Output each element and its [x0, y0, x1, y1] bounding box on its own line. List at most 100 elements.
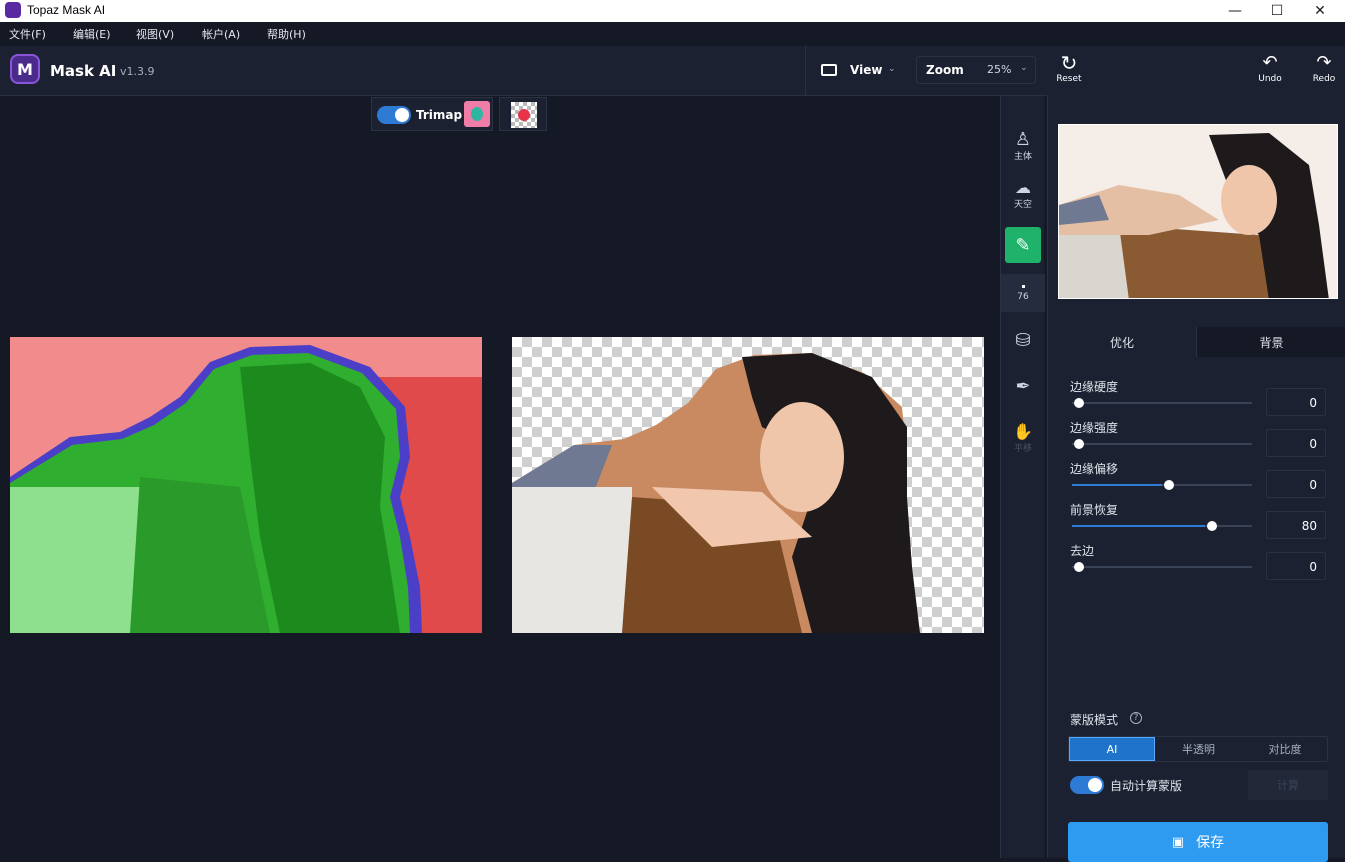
- mask-mode-selector: AI 半透明 对比度: [1068, 736, 1328, 762]
- view-icon: [821, 64, 837, 76]
- overlay-toggle-button[interactable]: [499, 97, 547, 131]
- slider-track[interactable]: [1072, 521, 1252, 531]
- app-icon: [5, 2, 21, 18]
- slider-label: 前景恢复: [1070, 503, 1119, 517]
- slider-handle[interactable]: [1164, 480, 1174, 490]
- chevron-down-icon: ⌄: [888, 64, 896, 74]
- trimap-color-button[interactable]: [464, 101, 490, 127]
- brush-size-value: 76: [1017, 291, 1029, 302]
- trimap-label: Trimap: [416, 108, 463, 122]
- preview-graphic: [1059, 125, 1337, 298]
- mask-overlay-image[interactable]: [10, 337, 482, 633]
- app-logo: M: [10, 54, 40, 84]
- eyedropper-tool[interactable]: ✒: [1001, 364, 1045, 408]
- calculate-button[interactable]: 计算: [1248, 770, 1328, 800]
- window-title: Topaz Mask AI: [27, 3, 106, 17]
- tab-background[interactable]: 背景: [1197, 327, 1345, 357]
- trimap-swatch-icon: [471, 107, 483, 121]
- brush-size-control[interactable]: 76: [1001, 274, 1045, 312]
- cutout-preview-image[interactable]: [512, 337, 984, 633]
- settings-panel: 优化 背景 蒙版模式 ? AI 半透明 对比度 自动计算蒙版 计算 ▣ 保存 边…: [1047, 96, 1345, 862]
- zoom-label: Zoom: [926, 63, 964, 77]
- menu-account[interactable]: 帐户(A): [202, 26, 240, 42]
- slider-track[interactable]: [1072, 562, 1252, 572]
- sky-label: 天空: [1013, 199, 1032, 210]
- trimap-toggle[interactable]: [377, 106, 411, 124]
- zoom-control[interactable]: Zoom 25% ⌄: [916, 56, 1036, 84]
- fill-tool[interactable]: ⛁: [1001, 318, 1045, 362]
- app-version: v1.3.9: [120, 65, 155, 78]
- slider-value-field[interactable]: 0: [1266, 552, 1326, 580]
- save-button[interactable]: ▣ 保存: [1068, 822, 1328, 862]
- slider-track[interactable]: [1072, 480, 1252, 490]
- zoom-value: 25%: [987, 63, 1012, 76]
- cutout-graphic: [512, 353, 920, 633]
- mask-mode-translucent[interactable]: 半透明: [1155, 737, 1242, 761]
- menu-edit[interactable]: 编辑(E): [73, 26, 111, 42]
- subject-tool[interactable]: ♙ 主体: [1001, 124, 1045, 168]
- pan-tool[interactable]: ✋ 平移: [1001, 416, 1045, 460]
- tab-refine[interactable]: 优化: [1048, 327, 1197, 357]
- reset-label: Reset: [1056, 74, 1082, 84]
- brush-plus-icon: ✎: [1015, 234, 1031, 256]
- slider-fill: [1072, 484, 1162, 486]
- chevron-down-icon: ⌄: [1020, 63, 1028, 73]
- slider-track[interactable]: [1072, 439, 1252, 449]
- slider-handle[interactable]: [1207, 521, 1218, 531]
- slider-value-field[interactable]: 80: [1266, 511, 1326, 539]
- undo-icon: ↶: [1262, 52, 1278, 73]
- slider-label: 去边: [1070, 544, 1095, 558]
- slider-handle[interactable]: [1074, 562, 1084, 572]
- reset-icon: ↻: [1060, 51, 1078, 75]
- mask-mode-contrast[interactable]: 对比度: [1242, 737, 1328, 761]
- slider-fill: [1072, 525, 1206, 527]
- slider-handle[interactable]: [1074, 398, 1084, 408]
- slider-handle[interactable]: [1074, 439, 1084, 449]
- minimize-button[interactable]: —: [1215, 0, 1255, 22]
- menu-help[interactable]: 帮助(H): [267, 26, 306, 42]
- help-icon[interactable]: ?: [1130, 712, 1142, 724]
- mask-mode-label: 蒙版模式: [1070, 713, 1119, 727]
- save-label: 保存: [1196, 835, 1225, 851]
- slider-value-field[interactable]: 0: [1266, 388, 1326, 416]
- redo-button[interactable]: ↷ Redo: [1304, 52, 1344, 84]
- subject-label: 主体: [1013, 151, 1032, 162]
- panel-tabs: 优化 背景: [1048, 327, 1345, 357]
- view-label: View: [850, 63, 883, 77]
- brush-dot-icon: [1021, 284, 1025, 288]
- undo-label: Undo: [1258, 74, 1282, 84]
- slider-value-field[interactable]: 0: [1266, 429, 1326, 457]
- title-bar: Topaz Mask AI — ☐ ✕: [0, 0, 1345, 22]
- reset-button[interactable]: ↻ Reset: [1049, 52, 1089, 84]
- maximize-button[interactable]: ☐: [1257, 0, 1297, 22]
- save-icon: ▣: [1171, 834, 1185, 850]
- keep-brush-tool[interactable]: ✎: [1005, 227, 1041, 263]
- slider-label: 边缘强度: [1070, 421, 1119, 435]
- auto-calc-toggle[interactable]: [1070, 776, 1104, 794]
- menu-view[interactable]: 视图(V): [136, 26, 174, 42]
- person-icon: ♙: [1014, 128, 1032, 150]
- slider-value-field[interactable]: 0: [1266, 470, 1326, 498]
- hand-icon: ✋: [1013, 422, 1033, 441]
- app-header: M Mask AI v1.3.9 View ⌄ Zoom 25% ⌄: [0, 46, 1047, 96]
- history-toolbar: ↻ Reset ↶ Undo ↷ Redo: [1047, 46, 1345, 96]
- slider-label: 边缘硬度: [1070, 380, 1119, 394]
- slider-track[interactable]: [1072, 398, 1252, 408]
- undo-button[interactable]: ↶ Undo: [1250, 52, 1290, 84]
- redo-label: Redo: [1312, 74, 1336, 84]
- eyedropper-icon: ✒: [1015, 375, 1031, 397]
- transparency-icon: [511, 102, 537, 128]
- auto-calc-label: 自动计算蒙版: [1110, 779, 1183, 793]
- menu-bar: 文件(F) 编辑(E) 视图(V) 帐户(A) 帮助(H): [0, 22, 1345, 46]
- tool-sidebar: ♙ 主体 ☁ 天空 ✎ 76 ⛁ ✒ ✋ 平移: [1000, 96, 1045, 858]
- close-button[interactable]: ✕: [1300, 0, 1340, 22]
- navigator-preview[interactable]: [1058, 124, 1338, 299]
- mask-mode-ai[interactable]: AI: [1069, 737, 1155, 761]
- pan-label: 平移: [1013, 444, 1032, 454]
- sky-tool[interactable]: ☁ 天空: [1001, 172, 1045, 216]
- menu-file[interactable]: 文件(F): [9, 26, 46, 42]
- cloud-icon: ☁: [1015, 177, 1031, 197]
- trimap-bar: Trimap: [371, 97, 493, 131]
- view-button[interactable]: View ⌄: [805, 46, 905, 96]
- redo-icon: ↷: [1316, 52, 1332, 73]
